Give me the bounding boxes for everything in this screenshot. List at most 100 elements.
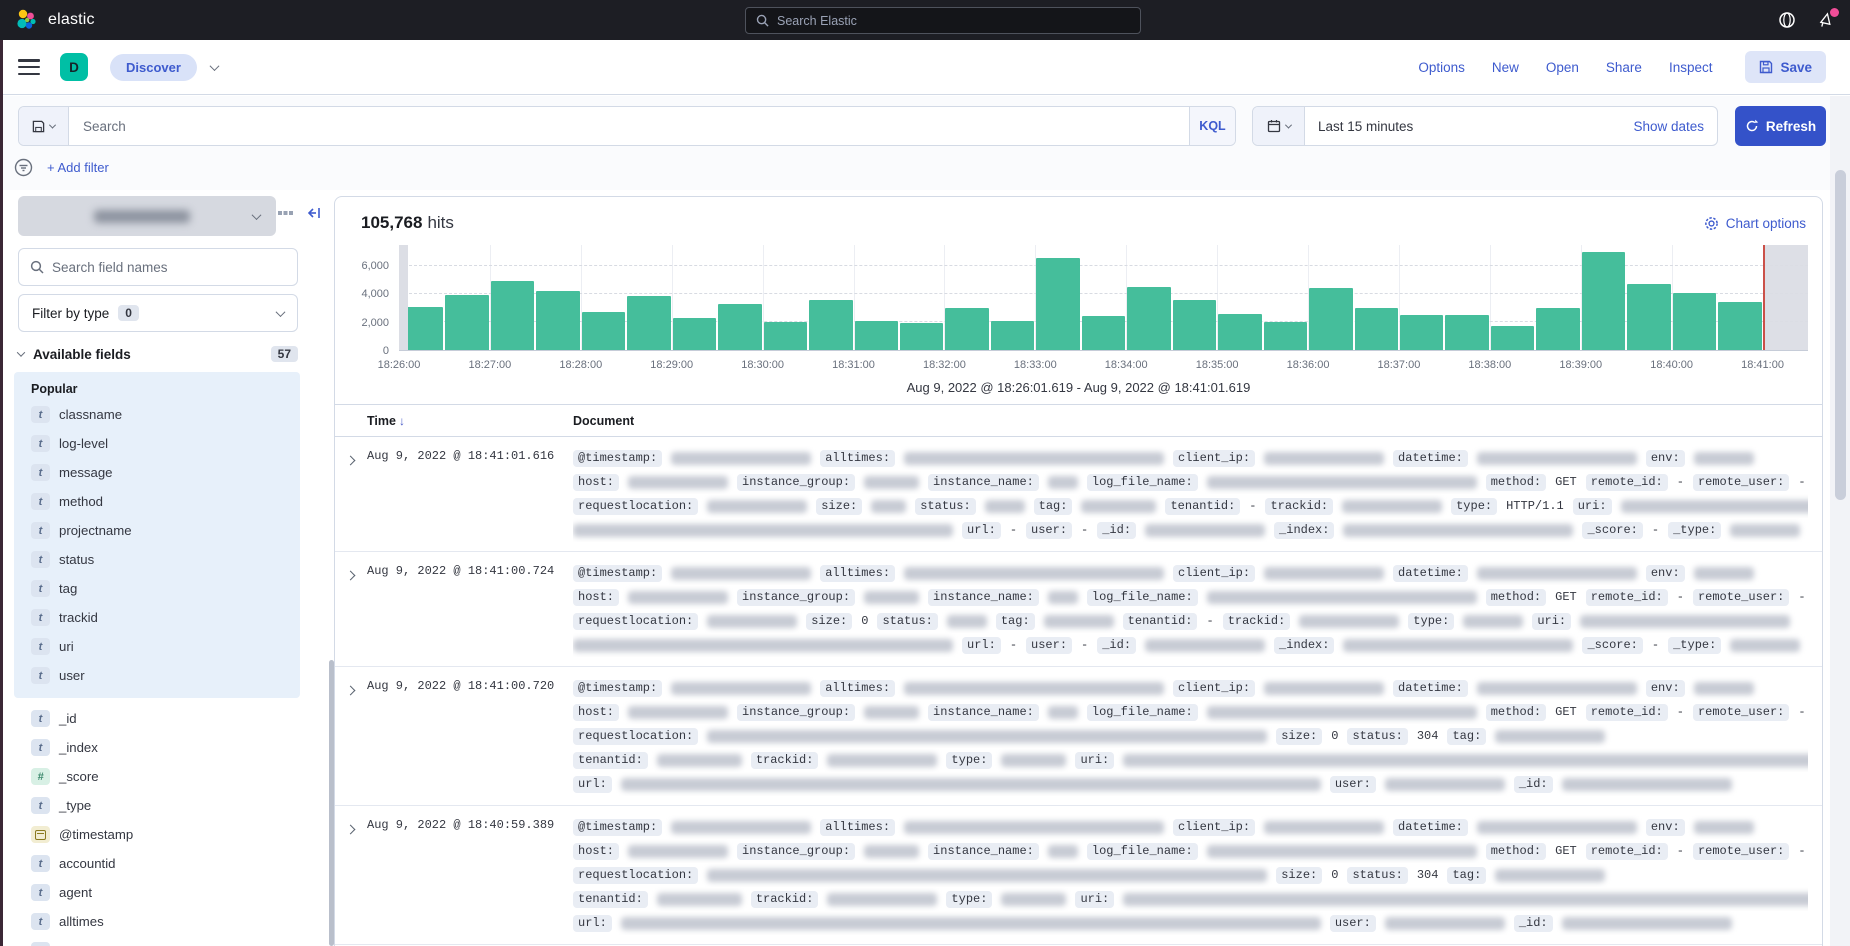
histogram-bar[interactable] — [1491, 326, 1534, 350]
text-field-type-icon: t — [31, 913, 50, 930]
field-item-_index[interactable]: t_index — [14, 733, 300, 762]
time-range-value[interactable]: Last 15 minutes — [1305, 107, 1633, 145]
field-item-status[interactable]: tstatus — [14, 545, 300, 574]
toolbar-link-open[interactable]: Open — [1546, 60, 1579, 75]
field-item-trackid[interactable]: ttrackid — [14, 603, 300, 632]
expand-document-icon[interactable] — [346, 686, 356, 696]
histogram-bar[interactable] — [1718, 302, 1761, 350]
document-field-pill: type: — [1408, 613, 1454, 630]
available-fields-header[interactable]: Available fields 57 — [18, 346, 300, 362]
field-item-agent[interactable]: tagent — [14, 878, 300, 907]
histogram-bar[interactable] — [536, 291, 579, 350]
expand-document-icon[interactable] — [346, 571, 356, 581]
histogram-bar[interactable] — [718, 304, 761, 350]
histogram-bar[interactable] — [1627, 284, 1670, 350]
toolbar-link-inspect[interactable]: Inspect — [1669, 60, 1713, 75]
histogram-bar[interactable] — [627, 296, 670, 350]
field-item-@timestamp[interactable]: @timestamp — [14, 820, 300, 849]
histogram-bar[interactable] — [445, 295, 488, 350]
document-field-pill: uri: — [1075, 891, 1114, 908]
field-item-_score[interactable]: #_score — [14, 762, 300, 791]
x-axis-tick: 18:35:00 — [1196, 359, 1239, 371]
field-item-accountid[interactable]: taccountid — [14, 849, 300, 878]
histogram-bar[interactable] — [1445, 315, 1488, 350]
query-input[interactable] — [69, 107, 1189, 145]
histogram-bar[interactable] — [1036, 258, 1079, 350]
field-item-classname[interactable]: tclassname — [14, 400, 300, 429]
menu-icon[interactable] — [18, 59, 40, 75]
field-item-uri[interactable]: turi — [14, 632, 300, 661]
global-header: elastic — [0, 0, 1850, 40]
field-item-tag[interactable]: ttag — [14, 574, 300, 603]
histogram-bar[interactable] — [855, 321, 898, 350]
histogram-bar[interactable] — [764, 322, 807, 350]
document-field-value-redacted — [671, 452, 811, 465]
histogram-bar[interactable] — [1582, 252, 1625, 350]
toolbar-link-share[interactable]: Share — [1606, 60, 1642, 75]
histogram-bar[interactable] — [945, 308, 988, 350]
field-item-_type[interactable]: t_type — [14, 791, 300, 820]
filter-icon[interactable] — [14, 158, 33, 177]
global-search-input[interactable] — [777, 14, 1130, 28]
document-field-value-redacted — [573, 639, 953, 652]
field-item-appname[interactable]: tappname — [14, 936, 300, 946]
histogram-bar[interactable] — [673, 318, 716, 350]
query-language-button[interactable]: KQL — [1189, 107, 1235, 145]
document-field-value-redacted — [827, 893, 937, 906]
field-settings-icon[interactable] — [278, 210, 293, 216]
field-item-log-level[interactable]: tlog-level — [14, 429, 300, 458]
documents-table-header: Time ↓ Document — [335, 404, 1822, 437]
histogram-bar[interactable] — [491, 281, 534, 350]
show-dates-button[interactable]: Show dates — [1633, 107, 1717, 145]
field-name: agent — [59, 885, 92, 900]
filter-by-type-button[interactable]: Filter by type 0 — [18, 294, 298, 332]
histogram-bar[interactable] — [991, 321, 1034, 350]
refresh-button[interactable]: Refresh — [1735, 106, 1826, 146]
global-search[interactable] — [745, 7, 1141, 34]
breadcrumb-menu-chevron-icon[interactable] — [209, 61, 219, 71]
histogram-bar[interactable] — [1355, 308, 1398, 350]
histogram-bar[interactable] — [900, 323, 943, 350]
histogram-bar[interactable] — [1082, 316, 1125, 350]
time-column-header[interactable]: Time ↓ — [367, 414, 567, 428]
field-item-_id[interactable]: t_id — [14, 704, 300, 733]
field-search[interactable] — [18, 248, 298, 286]
field-search-input[interactable] — [52, 260, 286, 275]
chart-options-button[interactable]: Chart options — [1704, 216, 1806, 231]
histogram-bar[interactable] — [1127, 287, 1170, 350]
toolbar-link-new[interactable]: New — [1492, 60, 1519, 75]
expand-document-icon[interactable] — [346, 456, 356, 466]
field-item-user[interactable]: tuser — [14, 661, 300, 690]
toolbar-link-options[interactable]: Options — [1418, 60, 1465, 75]
data-view-selector[interactable] — [18, 196, 276, 236]
document-field-pill: requestlocation: — [573, 728, 698, 745]
add-filter-button[interactable]: + Add filter — [47, 160, 109, 175]
elastic-logo[interactable] — [14, 8, 38, 32]
histogram-bar[interactable] — [1218, 314, 1261, 350]
calendar-menu-button[interactable] — [1253, 107, 1305, 145]
field-item-method[interactable]: tmethod — [14, 487, 300, 516]
save-button[interactable]: Save — [1745, 51, 1826, 83]
newsfeed-icon[interactable] — [1818, 11, 1836, 29]
histogram-bar[interactable] — [1173, 300, 1216, 350]
page-scrollbar-thumb[interactable] — [1835, 170, 1846, 500]
deployment-icon[interactable] — [1778, 11, 1796, 29]
document-field-value-redacted — [657, 754, 742, 767]
histogram-bar[interactable] — [582, 312, 625, 350]
breadcrumb[interactable]: Discover — [110, 54, 197, 81]
collapse-sidebar-icon[interactable] — [306, 206, 322, 220]
field-item-projectname[interactable]: tprojectname — [14, 516, 300, 545]
x-axis-tick: 18:39:00 — [1559, 359, 1602, 371]
field-item-message[interactable]: tmessage — [14, 458, 300, 487]
histogram-bar[interactable] — [1673, 293, 1716, 350]
sort-descending-icon[interactable]: ↓ — [399, 414, 405, 428]
histogram-bar[interactable] — [1400, 315, 1443, 350]
field-item-alltimes[interactable]: talltimes — [14, 907, 300, 936]
histogram-bar[interactable] — [1309, 288, 1352, 350]
histogram-bar[interactable] — [1536, 308, 1579, 350]
app-badge[interactable]: D — [60, 53, 88, 81]
expand-document-icon[interactable] — [346, 825, 356, 835]
histogram-bar[interactable] — [1264, 322, 1307, 350]
histogram-bar[interactable] — [809, 300, 852, 350]
saved-query-menu-button[interactable] — [19, 107, 69, 145]
